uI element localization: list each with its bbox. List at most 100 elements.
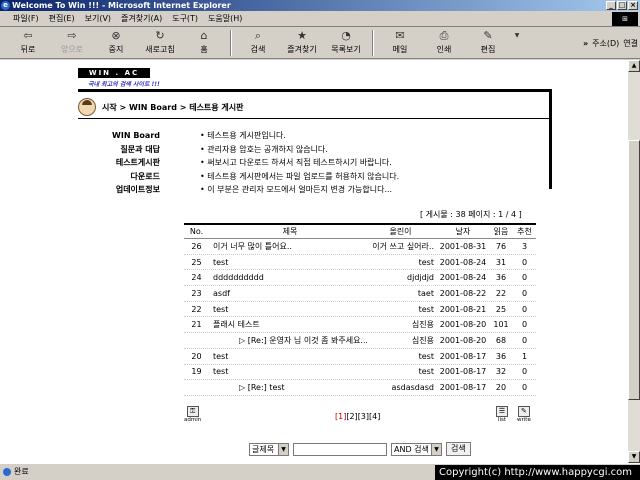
- print-button[interactable]: ⎙ 인쇄: [422, 28, 466, 58]
- edit-dropdown[interactable]: ▼: [510, 28, 524, 58]
- home-button[interactable]: ⌂ 홈: [182, 28, 226, 58]
- maximize-button[interactable]: □: [617, 1, 627, 10]
- header-no: No.: [189, 227, 204, 236]
- favorites-icon: ★: [297, 29, 307, 42]
- list-button[interactable]: ☰ list: [496, 406, 508, 423]
- chevron-down-icon: ▼: [514, 32, 520, 39]
- cell-read: 68: [495, 335, 507, 345]
- breadcrumb: 시작 > WIN Board > 테스트용 게시판: [102, 103, 244, 112]
- cell-title[interactable]: test: [209, 352, 367, 361]
- info-key[interactable]: 다운로드: [80, 171, 160, 182]
- stop-button[interactable]: ⊗ 중지: [94, 28, 138, 58]
- search-submit-button[interactable]: 검색: [446, 442, 471, 456]
- page-link[interactable]: [4]: [369, 412, 380, 421]
- cell-title[interactable]: [Re:] test: [209, 383, 367, 392]
- info-key[interactable]: 테스트게시판: [80, 157, 160, 168]
- header-date: 날자: [455, 227, 471, 236]
- minimize-button[interactable]: _: [606, 1, 616, 10]
- cell-recommend: 0: [521, 304, 528, 314]
- cell-date: 2001-08-17: [439, 367, 487, 377]
- search-field-select[interactable]: 글제목 ▼: [249, 442, 289, 456]
- menu-help[interactable]: 도움말(H): [203, 13, 247, 24]
- info-row: 다운로드 테스트용 게시판에서는 파일 업로드를 허용하지 않습니다.: [80, 170, 540, 184]
- write-button[interactable]: ✎ write: [517, 406, 531, 423]
- cell-recommend: 0: [521, 320, 528, 330]
- menu-favorites[interactable]: 즐겨찾기(A): [116, 13, 167, 24]
- chevron-down-icon: ▼: [431, 443, 441, 455]
- refresh-button[interactable]: ↻ 새로고침: [138, 28, 182, 58]
- info-key[interactable]: 업데이트정보: [80, 184, 160, 195]
- search-button[interactable]: ⌕ 검색: [236, 28, 280, 58]
- table-row[interactable]: 23 asdf taet 2001-08-22 22 0: [184, 286, 536, 302]
- mail-button[interactable]: ✉ 메일: [378, 28, 422, 58]
- cell-date: 2001-08-24: [439, 273, 487, 283]
- vertical-scrollbar[interactable]: ▲ ▼: [628, 60, 640, 463]
- frame-top-border: [78, 89, 552, 92]
- menu-view[interactable]: 보기(V): [80, 13, 116, 24]
- scroll-thumb[interactable]: [628, 140, 640, 400]
- cell-title[interactable]: [Re:] 운영자 님 이것 좀 봐주세요.....: [209, 335, 367, 346]
- table-row[interactable]: 22 test test 2001-08-21 25 0: [184, 302, 536, 318]
- cell-title[interactable]: dddddddddd: [209, 273, 367, 282]
- cell-title[interactable]: test: [209, 258, 367, 267]
- back-button[interactable]: ⇦ 뒤로: [6, 28, 50, 58]
- cell-title[interactable]: test: [209, 367, 367, 376]
- table-body: 26 이거 너무 많이 틀어요.. 이거 쓰고 싶어라.. 2001-08-31 76 3…: [184, 239, 536, 396]
- board-table: No. 제목 올린이 날자 읽음 추천 26 이거 너무 많이 틀어요.. 이거 쓰…: [184, 223, 536, 396]
- info-value: 이 부분은 관리자 모드에서 얼마든지 변경 가능합니다...: [200, 184, 392, 195]
- info-value: 관리자용 암호는 공개하지 않습니다.: [200, 144, 328, 155]
- menu-bar: 파일(F) 편집(E) 보기(V) 즐겨찾기(A) 도구(T) 도움말(H): [0, 11, 640, 27]
- info-row: WIN Board 테스트용 게시판입니다.: [80, 129, 540, 143]
- cell-title[interactable]: test: [209, 305, 367, 314]
- admin-button[interactable]: ⚿ admin: [184, 406, 201, 423]
- close-button[interactable]: ×: [628, 1, 638, 10]
- menu-edit[interactable]: 편집(E): [44, 13, 80, 24]
- info-key[interactable]: 질문과 대답: [80, 144, 160, 155]
- cell-author: taet: [417, 288, 434, 298]
- cell-recommend: 1: [521, 351, 528, 361]
- address-label[interactable]: 주소(D): [592, 38, 619, 49]
- cell-no: 19: [191, 367, 202, 377]
- page-link[interactable]: [1]: [335, 412, 346, 421]
- printer-icon: ⎙: [439, 29, 449, 42]
- menu-tools[interactable]: 도구(T): [167, 13, 203, 24]
- cell-author: djdjdjd: [407, 273, 434, 283]
- chevron-down-icon: ▼: [278, 443, 288, 455]
- cell-date: 2001-08-31: [439, 241, 487, 251]
- search-input[interactable]: [293, 442, 387, 456]
- info-key[interactable]: WIN Board: [80, 131, 160, 140]
- page-link[interactable]: [3]: [358, 412, 369, 421]
- table-row[interactable]: 24 dddddddddd djdjdjd 2001-08-24 36 0: [184, 270, 536, 287]
- cell-title[interactable]: 이거 너무 많이 틀어요..: [209, 241, 367, 252]
- favorites-button[interactable]: ★ 즐겨찾기: [280, 28, 324, 58]
- links-label[interactable]: 연결: [623, 38, 638, 49]
- table-row[interactable]: 25 test test 2001-08-24 31 0: [184, 255, 536, 271]
- toolbar: ⇦ 뒤로 ⇨ 앞으로 ⊗ 중지 ↻ 새로고침 ⌂ 홈 ⌕ 검색 ★ 즐겨찾기 ◔ 목록보기 ✉ 메…: [0, 28, 640, 59]
- table-row[interactable]: [Re:] 운영자 님 이것 좀 봐주세요..... 심진용 2001-08-20 6…: [184, 333, 536, 349]
- cell-title[interactable]: asdf: [209, 289, 367, 298]
- refresh-icon: ↻: [155, 29, 165, 42]
- table-row[interactable]: 21 플래시 테스트 심진용 2001-08-20 101 0: [184, 317, 536, 334]
- table-row[interactable]: 19 test test 2001-08-17 32 0: [184, 365, 536, 381]
- cell-recommend: 0: [521, 288, 528, 298]
- scroll-down-icon[interactable]: ▼: [628, 451, 640, 463]
- edit-button[interactable]: ✎ 편집: [466, 28, 510, 58]
- table-row[interactable]: [Re:] test asdasdasd 2001-08-17 20 0: [184, 380, 536, 396]
- search-mode-select[interactable]: AND 검색 ▼: [391, 442, 442, 456]
- window-title: Welcome To Win !!! - Microsoft Internet …: [12, 1, 231, 10]
- site-logo[interactable]: WIN . AC: [78, 68, 150, 78]
- table-row[interactable]: 26 이거 너무 많이 틀어요.. 이거 쓰고 싶어라.. 2001-08-31 76 3: [184, 239, 536, 255]
- scroll-up-icon[interactable]: ▲: [628, 60, 640, 72]
- toolbar-separator: [230, 30, 232, 56]
- cell-recommend: 3: [521, 241, 528, 251]
- table-row[interactable]: 20 test test 2001-08-17 36 1: [184, 349, 536, 365]
- menu-file[interactable]: 파일(F): [8, 13, 44, 24]
- cell-author: test: [418, 367, 434, 377]
- cell-author: test: [418, 351, 434, 361]
- forward-button[interactable]: ⇨ 앞으로: [50, 28, 94, 58]
- search-bar: 글제목 ▼ AND 검색 ▼ 검색: [249, 442, 471, 456]
- page-link[interactable]: [2]: [346, 412, 357, 421]
- chevron-right-icon[interactable]: »: [583, 39, 588, 48]
- cell-title[interactable]: 플래시 테스트: [209, 319, 367, 330]
- history-button[interactable]: ◔ 목록보기: [324, 28, 368, 58]
